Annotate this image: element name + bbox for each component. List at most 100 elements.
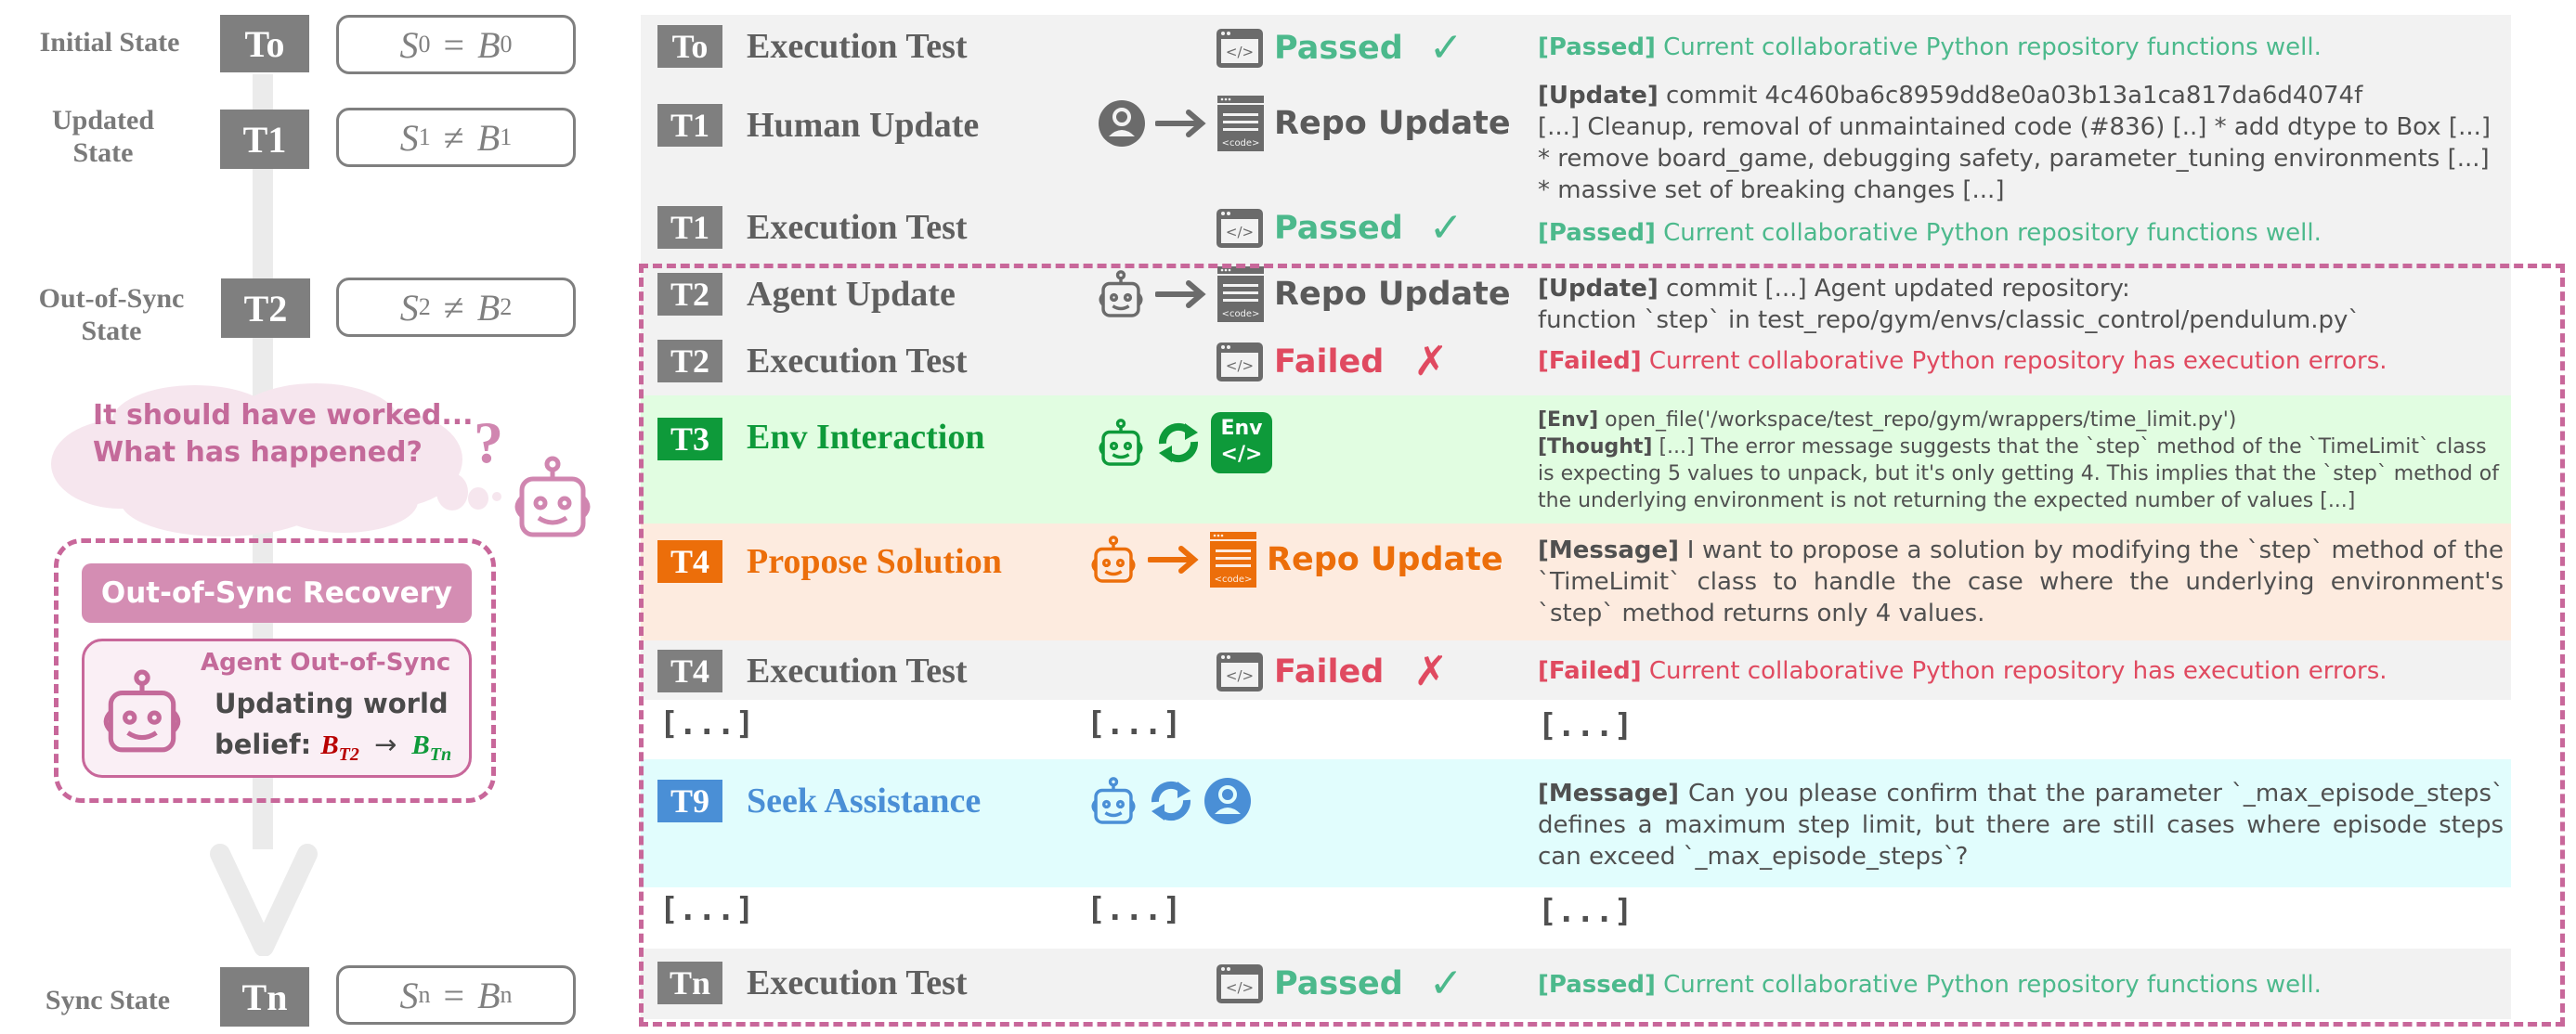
formula-rhs: B (477, 23, 501, 66)
code-window-icon: </> (1216, 208, 1263, 248)
step-title: Execution Test (747, 963, 968, 1002)
step-badge: T1 (657, 104, 722, 147)
step-description: [Message] I want to propose a solution b… (1538, 535, 2504, 629)
step-badge: T2 (657, 340, 722, 382)
step-title: Execution Test (747, 27, 968, 66)
human-user-icon (1099, 100, 1145, 147)
state-badge-t0: To (220, 15, 309, 72)
right-arrow-icon (1155, 280, 1206, 308)
belief-to-sub: Tn (429, 743, 452, 765)
formula-operator: = (443, 974, 465, 1016)
step-title: Propose Solution (747, 542, 1002, 581)
state-badge-tn: Tn (220, 967, 309, 1027)
svg-text:</>: </> (1226, 667, 1254, 684)
desc-text: Current collaborative Python repository … (1641, 657, 2387, 685)
status-passed: Passed (1274, 29, 1403, 67)
svg-text:</>: </> (1226, 224, 1254, 240)
sync-arrows-icon (1151, 781, 1191, 821)
thought-text: It should have worked... What has happen… (93, 397, 474, 472)
state-formula-t1: S1 ≠ B1 (336, 108, 576, 167)
code-document-icon: <code> (1217, 266, 1264, 322)
desc-text: Current collaborative Python repository … (1655, 219, 2322, 247)
desc-line: [Update] commit 4c460ba6c8959dd8e0a03b13… (1538, 80, 2504, 111)
robot-agent-icon (1091, 777, 1136, 824)
desc-text: commit 4c460ba6c8959dd8e0a03b13a1ca817da… (1658, 82, 2363, 110)
belief-from: BT2 (320, 730, 359, 765)
formula-lhs: S (399, 974, 419, 1016)
desc-text: Can you please confirm that the paramete… (1538, 780, 2504, 871)
formula-rhs: B (476, 116, 501, 159)
desc-line: [Env] open_file('/workspace/test_repo/gy… (1538, 407, 2504, 433)
step-action: </> Passed ✓ (1215, 960, 1464, 1007)
robot-agent-icon (1099, 419, 1143, 466)
step-action: </> Failed ✗ (1215, 648, 1448, 695)
formula-rhs: B (476, 286, 501, 329)
cross-icon: ✗ (1413, 338, 1449, 385)
belief-update-line-2: belief: BT2 → BTn (215, 729, 451, 766)
thought-bubble (468, 487, 488, 510)
desc-tag: [Update] (1538, 275, 1659, 303)
desc-tag: [Message] (1538, 780, 1680, 808)
svg-text:</>: </> (1226, 44, 1254, 60)
step-title: Execution Test (747, 208, 968, 247)
belief-from-symbol: B (320, 730, 339, 760)
formula-rhs-sub: 1 (500, 123, 513, 150)
belief-update-line-1: Updating world (215, 688, 449, 719)
desc-text: Current collaborative Python repository … (1655, 33, 2322, 61)
step-badge: T4 (657, 650, 722, 692)
formula-lhs: S (399, 286, 419, 329)
thought-bubble (492, 492, 501, 501)
belief-prefix: belief: (215, 729, 312, 760)
belief-to: BTn (411, 730, 451, 765)
status-passed: Passed (1274, 209, 1403, 247)
state-formula-t0: S0 = B0 (336, 15, 576, 74)
step-action (1088, 774, 1252, 828)
step-title: Human Update (747, 106, 980, 145)
step-badge: T3 (657, 418, 722, 460)
step-badge: T1 (657, 206, 722, 249)
code-window-icon: </> (1216, 963, 1263, 1003)
step-description: [Failed] Current collaborative Python re… (1538, 655, 2504, 687)
step-badge: T9 (657, 780, 722, 822)
desc-text: Current collaborative Python repository … (1641, 347, 2387, 375)
desc-tag: [Passed] (1538, 971, 1656, 999)
thought-line-1: It should have worked... (93, 399, 474, 432)
desc-tag: [Thought] (1538, 435, 1653, 459)
step-action: Env </> (1096, 412, 1272, 473)
code-document-icon: <code> (1217, 96, 1264, 151)
desc-line: function `step` in test_repo/gym/envs/cl… (1538, 306, 2361, 334)
ellipsis: [...] (659, 891, 755, 928)
step-description: [Failed] Current collaborative Python re… (1538, 345, 2504, 377)
code-window-icon: </> (1216, 28, 1263, 68)
status-failed: Failed (1274, 653, 1385, 691)
svg-text:<code>: <code> (1215, 575, 1253, 585)
out-of-sync-recovery-title: Out-of-Sync Recovery (82, 563, 472, 623)
status-passed: Passed (1274, 964, 1403, 1002)
ellipsis: [...] (1086, 891, 1182, 928)
desc-tag: [Passed] (1538, 33, 1656, 61)
ellipsis: [...] (1538, 893, 1633, 930)
env-label: Env (1220, 417, 1263, 440)
step-badge: To (657, 25, 722, 68)
env-code-icon: Env </> (1211, 412, 1272, 473)
desc-line: * massive set of breaking changes [...] (1538, 176, 2005, 204)
state-label-initial: Initial State (39, 27, 180, 58)
step-badge: T4 (657, 540, 722, 583)
check-icon: ✓ (1428, 24, 1464, 71)
formula-lhs-sub: n (418, 981, 431, 1008)
repo-update-label: Repo Update (1267, 541, 1503, 578)
formula-operator: ≠ (443, 116, 464, 159)
desc-text: [...] The error message suggests that th… (1538, 435, 2499, 512)
step-action: <code> Repo Update (1088, 531, 1503, 588)
right-arrow-icon: → (373, 729, 397, 760)
code-document-icon: <code> (1210, 532, 1256, 588)
cross-icon: ✗ (1413, 648, 1449, 695)
formula-lhs-sub: 1 (418, 123, 431, 150)
formula-rhs-sub: 2 (500, 293, 513, 320)
desc-text: commit [...] Agent updated repository: (1658, 275, 2130, 303)
agent-out-of-sync-card: Agent Out-of-Sync Updating world belief:… (82, 639, 472, 778)
desc-text: I want to propose a solution by modifyin… (1538, 536, 2504, 627)
state-formula-tn: Sn = Bn (336, 965, 576, 1025)
desc-tag: [Passed] (1538, 219, 1656, 247)
desc-tag: [Failed] (1538, 657, 1642, 685)
